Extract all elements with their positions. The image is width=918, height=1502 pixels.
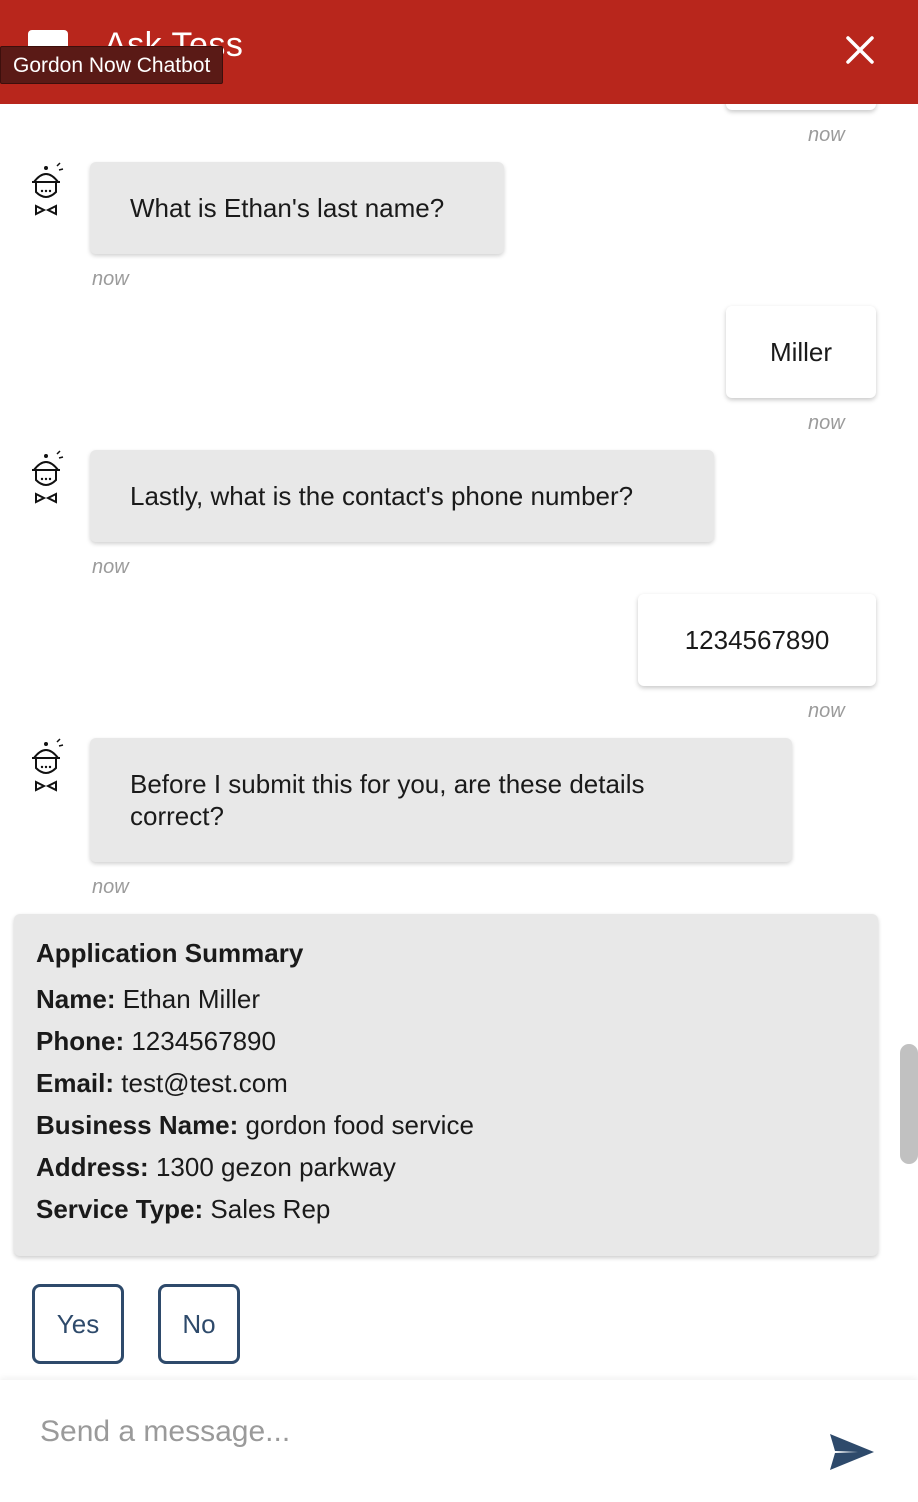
- send-icon: [830, 1434, 874, 1470]
- summary-value: Sales Rep: [210, 1194, 331, 1224]
- bot-message-bubble: Lastly, what is the contact's phone numb…: [90, 450, 714, 542]
- close-icon: [846, 36, 874, 64]
- message-timestamp: now: [808, 124, 845, 146]
- message-timestamp: now: [808, 412, 845, 434]
- summary-row-name: Name: Ethan Miller: [36, 978, 856, 1020]
- chat-transcript[interactable]: now What is Ethan's last name? now Mille…: [0, 104, 918, 1380]
- summary-row-business-name: Business Name: gordon food service: [36, 1104, 856, 1146]
- summary-row-service-type: Service Type: Sales Rep: [36, 1188, 856, 1230]
- user-message-text: Miller: [769, 337, 833, 367]
- user-message-bubble: 1234567890: [638, 594, 876, 686]
- summary-label: Business Name:: [36, 1110, 239, 1140]
- summary-value: 1234567890: [131, 1026, 276, 1056]
- message-timestamp: now: [808, 700, 845, 722]
- user-message-text: 1234567890: [684, 625, 830, 655]
- application-summary-card: Application Summary Name: Ethan Miller P…: [14, 914, 878, 1256]
- send-button[interactable]: [828, 1432, 876, 1472]
- summary-label: Name:: [36, 984, 116, 1014]
- bot-message-text: Before I submit this for you, are these …: [130, 769, 645, 831]
- summary-row-email: Email: test@test.com: [36, 1062, 856, 1104]
- message-timestamp: now: [92, 556, 129, 578]
- message-input[interactable]: [40, 1408, 800, 1456]
- title-tooltip: Gordon Now Chatbot: [0, 46, 224, 84]
- message-timestamp: now: [92, 268, 129, 290]
- summary-row-address: Address: 1300 gezon parkway: [36, 1146, 856, 1188]
- summary-title: Application Summary: [36, 938, 304, 968]
- yes-button[interactable]: Yes: [32, 1284, 124, 1364]
- chat-scrollbar[interactable]: [900, 1044, 918, 1164]
- summary-label: Phone:: [36, 1026, 125, 1056]
- summary-label: Service Type:: [36, 1194, 204, 1224]
- close-button[interactable]: [838, 28, 882, 72]
- user-message-bubble: Miller: [726, 306, 876, 398]
- summary-value: gordon food service: [245, 1110, 474, 1140]
- bot-message-text: What is Ethan's last name?: [130, 193, 445, 223]
- chef-bot-avatar-icon: [31, 450, 64, 504]
- summary-label: Address:: [36, 1152, 149, 1182]
- summary-value: test@test.com: [121, 1068, 288, 1098]
- bot-message-bubble: What is Ethan's last name?: [90, 162, 504, 254]
- summary-row-phone: Phone: 1234567890: [36, 1020, 856, 1062]
- chef-bot-avatar-icon: [31, 162, 64, 216]
- bot-message-bubble: Before I submit this for you, are these …: [90, 738, 792, 862]
- message-timestamp: now: [92, 876, 129, 898]
- user-message-bubble: [726, 104, 876, 110]
- message-composer: [0, 1380, 918, 1502]
- summary-value: 1300 gezon parkway: [155, 1152, 396, 1182]
- no-button[interactable]: No: [158, 1284, 240, 1364]
- summary-value: Ethan Miller: [122, 984, 260, 1014]
- bot-message-text: Lastly, what is the contact's phone numb…: [130, 481, 634, 511]
- chef-bot-avatar-icon: [31, 738, 64, 792]
- summary-label: Email:: [36, 1068, 115, 1098]
